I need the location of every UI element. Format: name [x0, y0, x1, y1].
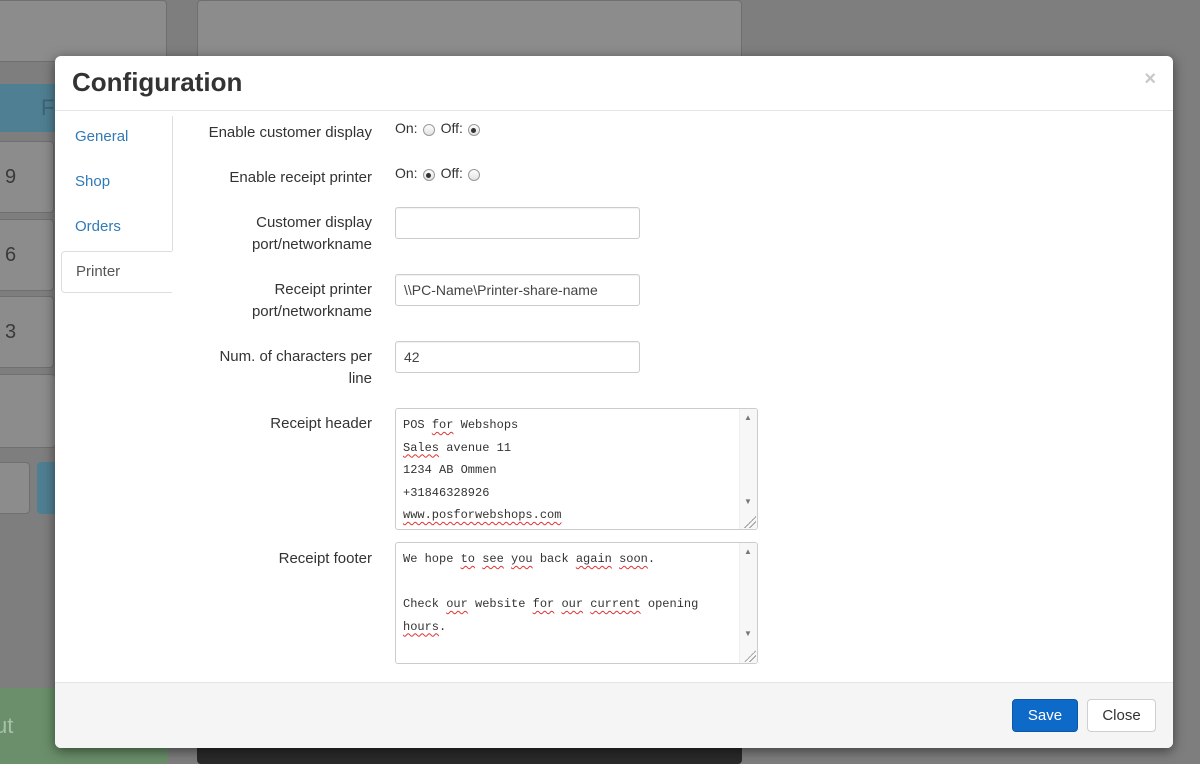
chars-per-line-label: Num. of characters per line	[219, 346, 372, 390]
receipt-printer-radios: On: Off:	[395, 165, 486, 181]
modal-footer: Save Close	[55, 682, 1173, 748]
header-line-2-word-sales: Sales	[403, 440, 440, 455]
header-line-3: 1234 AB Ommen	[403, 463, 497, 477]
scroll-up-icon[interactable]: ▲	[744, 413, 752, 422]
receipt-printer-port-label: Receipt printer port/networkname	[252, 279, 372, 323]
chars-per-line-input[interactable]: 42	[395, 341, 640, 373]
bg-numpad-9: 9	[0, 141, 54, 213]
receipt-printer-label: Enable receipt printer	[229, 169, 372, 186]
customer-display-port-label-line2: port/networkname	[251, 236, 372, 253]
modal-header: Configuration ×	[55, 56, 1173, 111]
close-icon[interactable]: ×	[1144, 68, 1156, 91]
receipt-footer-scrollbar[interactable]: ▲ ▼	[739, 543, 757, 663]
footer-word-you: you	[511, 552, 533, 566]
customer-display-port-input[interactable]	[395, 207, 640, 239]
header-line-5: www.posforwebshops.com	[403, 508, 562, 522]
footer-word-to: to	[460, 552, 476, 566]
customer-display-port-label-line1: Customer display	[256, 214, 372, 231]
footer-word-our: our	[446, 597, 468, 611]
scroll-down-icon[interactable]: ▼	[744, 629, 752, 638]
header-line-2: Sales avenue 11	[403, 440, 512, 455]
customer-display-off-label: Off:	[440, 120, 463, 136]
tab-orders[interactable]: Orders	[61, 206, 172, 248]
customer-display-radios: On: Off:	[395, 120, 486, 136]
receipt-printer-on-label: On:	[395, 165, 418, 181]
receipt-header-textarea[interactable]: POS for Webshops Sales avenue 11 1234 AB…	[395, 408, 758, 530]
footer-word-again: again	[575, 552, 612, 566]
scroll-up-icon[interactable]: ▲	[744, 547, 752, 556]
tab-general[interactable]: General	[61, 116, 172, 158]
save-button[interactable]: Save	[1012, 699, 1078, 732]
footer-line-1: We hope to see you back again soon.	[403, 552, 656, 566]
bg-panel-top-left	[0, 0, 167, 62]
customer-display-port-label: Customer display port/networkname	[252, 212, 372, 256]
receipt-printer-port-label-line1: Receipt printer	[274, 281, 372, 298]
header-line-4: +31846328926	[403, 485, 490, 500]
footer-word-hours: hours	[403, 619, 440, 634]
modal-title: Configuration	[72, 67, 243, 97]
configuration-modal: Configuration × General Shop Orders Prin…	[55, 56, 1173, 748]
tab-printer[interactable]: Printer	[61, 251, 172, 293]
receipt-printer-off-radio[interactable]	[467, 169, 480, 181]
footer-word-our-2: our	[561, 597, 584, 611]
receipt-printer-on-radio[interactable]	[422, 169, 435, 181]
footer-word-current: current	[590, 597, 641, 611]
bg-panel-top-center	[197, 0, 742, 62]
footer-line-4: hours.	[403, 619, 447, 634]
receipt-printer-port-label-line2: port/networkname	[251, 303, 372, 320]
footer-word-soon: soon	[619, 552, 648, 566]
chars-per-line-label-line1: Num. of characters per	[219, 348, 372, 365]
close-button[interactable]: Close	[1087, 699, 1156, 732]
receipt-printer-port-input[interactable]: \\PC-Name\Printer-share-name	[395, 274, 640, 306]
footer-line-3: Check our website for our current openin…	[403, 597, 699, 611]
scroll-down-icon[interactable]: ▼	[744, 497, 752, 506]
receipt-header-text: POS for Webshops Sales avenue 11 1234 AB…	[403, 414, 561, 527]
tabs-divider	[172, 116, 173, 251]
customer-display-label: Enable customer display	[208, 124, 372, 141]
header-line-1-word-for: for	[431, 418, 454, 432]
receipt-footer-text: We hope to see you back again soon. Chec…	[403, 548, 698, 638]
header-line-1: POS for Webshops	[403, 418, 519, 432]
customer-display-on-radio[interactable]	[422, 124, 435, 136]
receipt-printer-off-label: Off:	[440, 165, 463, 181]
customer-display-on-label: On:	[395, 120, 418, 136]
bg-small-input	[0, 462, 30, 514]
customer-display-off-radio[interactable]	[467, 124, 480, 136]
resize-grip-icon[interactable]	[744, 516, 756, 528]
footer-word-see: see	[482, 552, 504, 566]
bg-numpad-bottom	[0, 374, 56, 448]
tab-shop[interactable]: Shop	[61, 161, 172, 203]
bg-numpad-3: 3	[0, 296, 54, 368]
receipt-footer-label: Receipt footer	[278, 550, 372, 567]
receipt-header-label: Receipt header	[270, 415, 372, 432]
chars-per-line-label-line2: line	[348, 370, 372, 387]
receipt-header-scrollbar[interactable]: ▲ ▼	[739, 409, 757, 529]
bg-numpad-6: 6	[0, 219, 54, 291]
resize-grip-icon[interactable]	[744, 650, 756, 662]
receipt-footer-textarea[interactable]: We hope to see you back again soon. Chec…	[395, 542, 758, 664]
footer-word-for: for	[532, 597, 555, 611]
